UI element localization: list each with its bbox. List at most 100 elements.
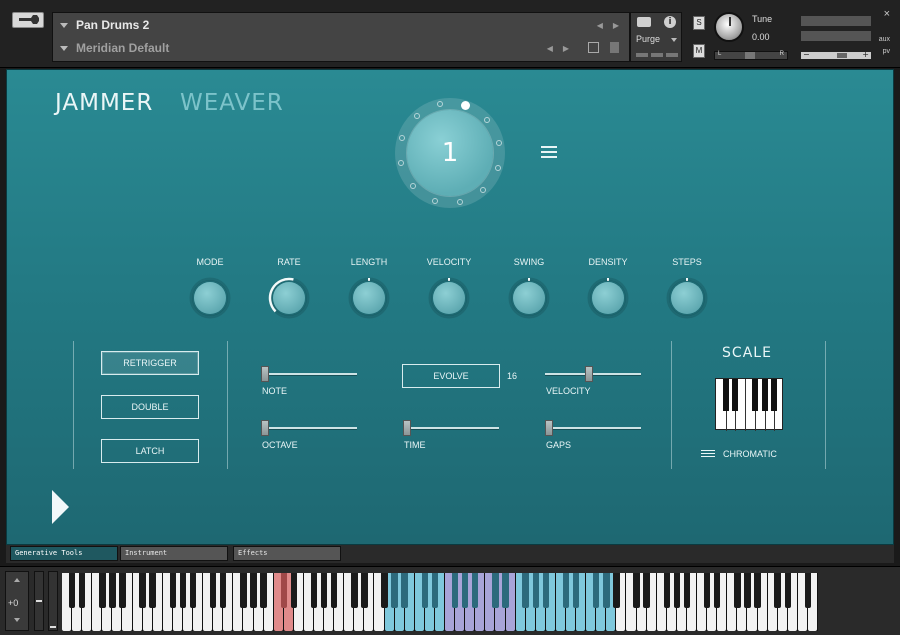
tab-generative-tools[interactable]: Generative Tools xyxy=(10,546,118,561)
solo-button[interactable]: S xyxy=(693,16,705,30)
length-knob[interactable] xyxy=(348,277,390,319)
scale-black-key[interactable] xyxy=(722,379,729,411)
scale-black-key[interactable] xyxy=(751,379,758,411)
black-key[interactable] xyxy=(804,573,812,608)
camera-icon[interactable] xyxy=(637,17,651,27)
black-key[interactable] xyxy=(119,573,126,608)
black-key[interactable] xyxy=(562,573,570,608)
black-key[interactable] xyxy=(149,573,156,608)
black-key[interactable] xyxy=(250,573,257,608)
tune-knob[interactable] xyxy=(714,12,744,42)
pattern-slot[interactable] xyxy=(495,139,502,146)
dropdown-arrow-icon[interactable] xyxy=(60,22,68,28)
gaps-slider[interactable] xyxy=(545,420,641,436)
octave-shift[interactable]: +0 xyxy=(5,571,29,631)
black-key[interactable] xyxy=(260,573,267,608)
pitch-wheel[interactable] xyxy=(34,571,44,631)
instrument-name[interactable]: Pan Drums 2 xyxy=(76,18,149,32)
gaps-slider-thumb[interactable] xyxy=(545,420,553,436)
octave-slider[interactable] xyxy=(261,420,357,436)
mode-knob[interactable] xyxy=(189,277,231,319)
wrench-icon[interactable] xyxy=(12,12,44,28)
mod-wheel[interactable] xyxy=(48,571,58,631)
black-key[interactable] xyxy=(492,573,499,608)
scale-mode[interactable]: CHROMATIC xyxy=(723,449,777,459)
scale-black-key[interactable] xyxy=(771,379,778,411)
note-slider-thumb[interactable] xyxy=(261,366,269,382)
close-icon[interactable]: × xyxy=(884,8,890,20)
time-slider[interactable] xyxy=(403,420,499,436)
volume-thumb[interactable] xyxy=(837,53,847,58)
instrument-nav[interactable]: ◀ ▶ xyxy=(597,21,619,30)
volume-slider[interactable]: − + xyxy=(800,50,872,60)
black-key[interactable] xyxy=(774,573,781,608)
octave-slider-thumb[interactable] xyxy=(261,420,269,436)
black-key[interactable] xyxy=(330,573,338,608)
black-key[interactable] xyxy=(290,573,298,608)
next-arrow-icon[interactable]: ▶ xyxy=(613,21,619,30)
black-key[interactable] xyxy=(391,573,398,608)
piano-keyboard[interactable] xyxy=(62,573,818,631)
black-key[interactable] xyxy=(522,573,529,608)
black-key[interactable] xyxy=(713,573,721,608)
snapshot-name[interactable]: Meridian Default xyxy=(76,41,169,55)
scale-list-icon[interactable] xyxy=(701,450,715,460)
black-key[interactable] xyxy=(451,573,459,608)
density-knob[interactable] xyxy=(587,277,629,319)
black-key[interactable] xyxy=(381,573,388,608)
mute-button[interactable]: M xyxy=(693,44,705,58)
time-slider-thumb[interactable] xyxy=(403,420,411,436)
black-key[interactable] xyxy=(78,573,86,608)
black-key[interactable] xyxy=(633,573,640,608)
black-key[interactable] xyxy=(502,573,509,608)
length-knob-cap[interactable] xyxy=(353,282,385,314)
black-key[interactable] xyxy=(139,573,146,608)
steps-knob[interactable] xyxy=(666,277,708,319)
scale-black-key[interactable] xyxy=(732,379,739,411)
black-key[interactable] xyxy=(68,573,76,608)
rate-knob-cap[interactable] xyxy=(273,282,305,314)
prev-arrow-icon[interactable]: ◀ xyxy=(597,21,603,30)
pv-label[interactable]: pv xyxy=(883,48,890,55)
retrigger-button[interactable]: RETRIGGER xyxy=(101,351,199,375)
velocity-slider-thumb[interactable] xyxy=(584,366,593,382)
black-key[interactable] xyxy=(351,573,358,608)
tab-instrument[interactable]: Instrument xyxy=(120,546,228,561)
black-key[interactable] xyxy=(401,573,408,608)
tab-effects[interactable]: Effects xyxy=(233,546,341,561)
save-icon[interactable] xyxy=(588,42,599,53)
pattern-number[interactable]: 1 xyxy=(407,110,493,196)
black-key[interactable] xyxy=(532,573,539,608)
black-key[interactable] xyxy=(461,573,469,608)
octave-down-icon[interactable] xyxy=(14,618,20,622)
scale-keyboard[interactable] xyxy=(715,378,783,431)
pattern-slot[interactable] xyxy=(413,112,420,119)
black-key[interactable] xyxy=(99,573,106,608)
instrument-row[interactable]: Pan Drums 2 ◀ ▶ xyxy=(53,14,629,36)
snapshot-nav[interactable]: ◀ ▶ xyxy=(547,44,569,53)
aux-label[interactable]: aux xyxy=(879,36,890,43)
black-key[interactable] xyxy=(784,573,791,608)
menu-icon[interactable] xyxy=(541,146,557,158)
delete-icon[interactable] xyxy=(610,42,619,53)
pattern-slot[interactable] xyxy=(431,197,438,204)
black-key[interactable] xyxy=(673,573,681,608)
black-key[interactable] xyxy=(663,573,670,608)
steps-knob-cap[interactable] xyxy=(671,282,703,314)
double-button[interactable]: DOUBLE xyxy=(101,395,199,419)
black-key[interactable] xyxy=(179,573,187,608)
black-key[interactable] xyxy=(361,573,368,608)
mode-knob-cap[interactable] xyxy=(194,282,226,314)
snapshot-row[interactable]: Meridian Default ◀ ▶ xyxy=(53,37,629,59)
pattern-slot[interactable] xyxy=(436,101,443,108)
note-slider[interactable] xyxy=(261,366,357,382)
octave-up-icon[interactable] xyxy=(14,578,20,582)
velocity-knob[interactable] xyxy=(428,277,470,319)
dropdown-arrow-icon[interactable] xyxy=(60,45,68,51)
black-key[interactable] xyxy=(280,573,287,608)
velocity-slider[interactable] xyxy=(545,366,641,382)
purge-label[interactable]: Purge xyxy=(636,34,660,44)
swing-knob-cap[interactable] xyxy=(513,282,545,314)
black-key[interactable] xyxy=(240,573,247,608)
rate-knob[interactable] xyxy=(268,277,310,319)
